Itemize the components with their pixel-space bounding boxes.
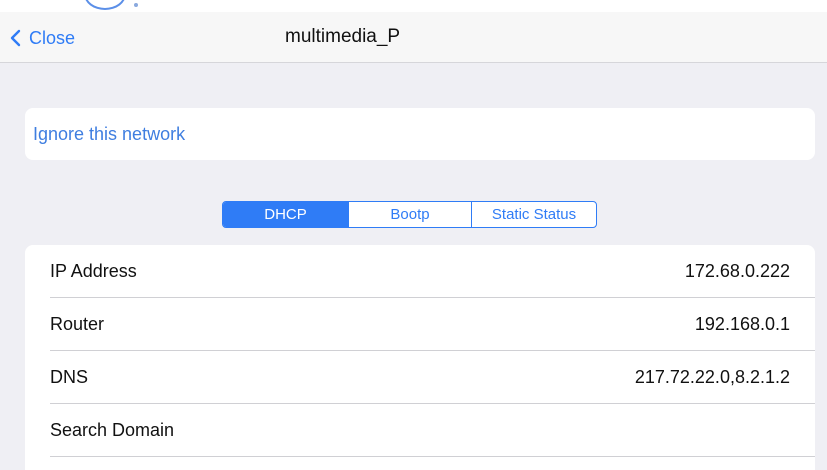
navigation-bar: Close multimedia_P (0, 12, 827, 63)
network-info-list: IP Address 172.68.0.222 Router 192.168.0… (25, 245, 815, 470)
router-row[interactable]: Router 192.168.0.1 (25, 298, 815, 351)
search-domain-label: Search Domain (50, 420, 175, 440)
segment-bootp[interactable]: Bootp (348, 202, 471, 227)
row-divider (50, 456, 815, 457)
app-icon (84, 0, 126, 10)
search-domain-row[interactable]: Search Domain (25, 404, 815, 457)
address-mode-segmented-control: DHCP Bootp Static Status (222, 201, 597, 228)
status-strip (0, 0, 827, 12)
network-detail-screen: Close multimedia_P Ignore this network D… (0, 0, 827, 470)
ignore-network-button[interactable]: Ignore this network (25, 108, 815, 160)
dns-row[interactable]: DNS 217.72.22.0,8.2.1.2 (25, 351, 815, 404)
ignore-network-label: Ignore this network (33, 124, 186, 144)
close-button[interactable]: Close (10, 25, 75, 51)
router-label: Router (50, 314, 105, 334)
ip-address-row[interactable]: IP Address 172.68.0.222 (25, 245, 815, 298)
page-title: multimedia_P (285, 26, 401, 47)
segment-static-status[interactable]: Static Status (471, 202, 596, 227)
status-dot-icon (134, 3, 138, 7)
close-button-label: Close (29, 27, 76, 48)
chevron-left-icon (10, 29, 21, 47)
dns-value: 217.72.22.0,8.2.1.2 (634, 367, 790, 387)
segment-dhcp[interactable]: DHCP (223, 202, 348, 227)
ip-address-value: 172.68.0.222 (684, 261, 790, 281)
dns-label: DNS (50, 367, 89, 387)
router-value: 192.168.0.1 (694, 314, 790, 334)
ip-address-label: IP Address (50, 261, 137, 281)
